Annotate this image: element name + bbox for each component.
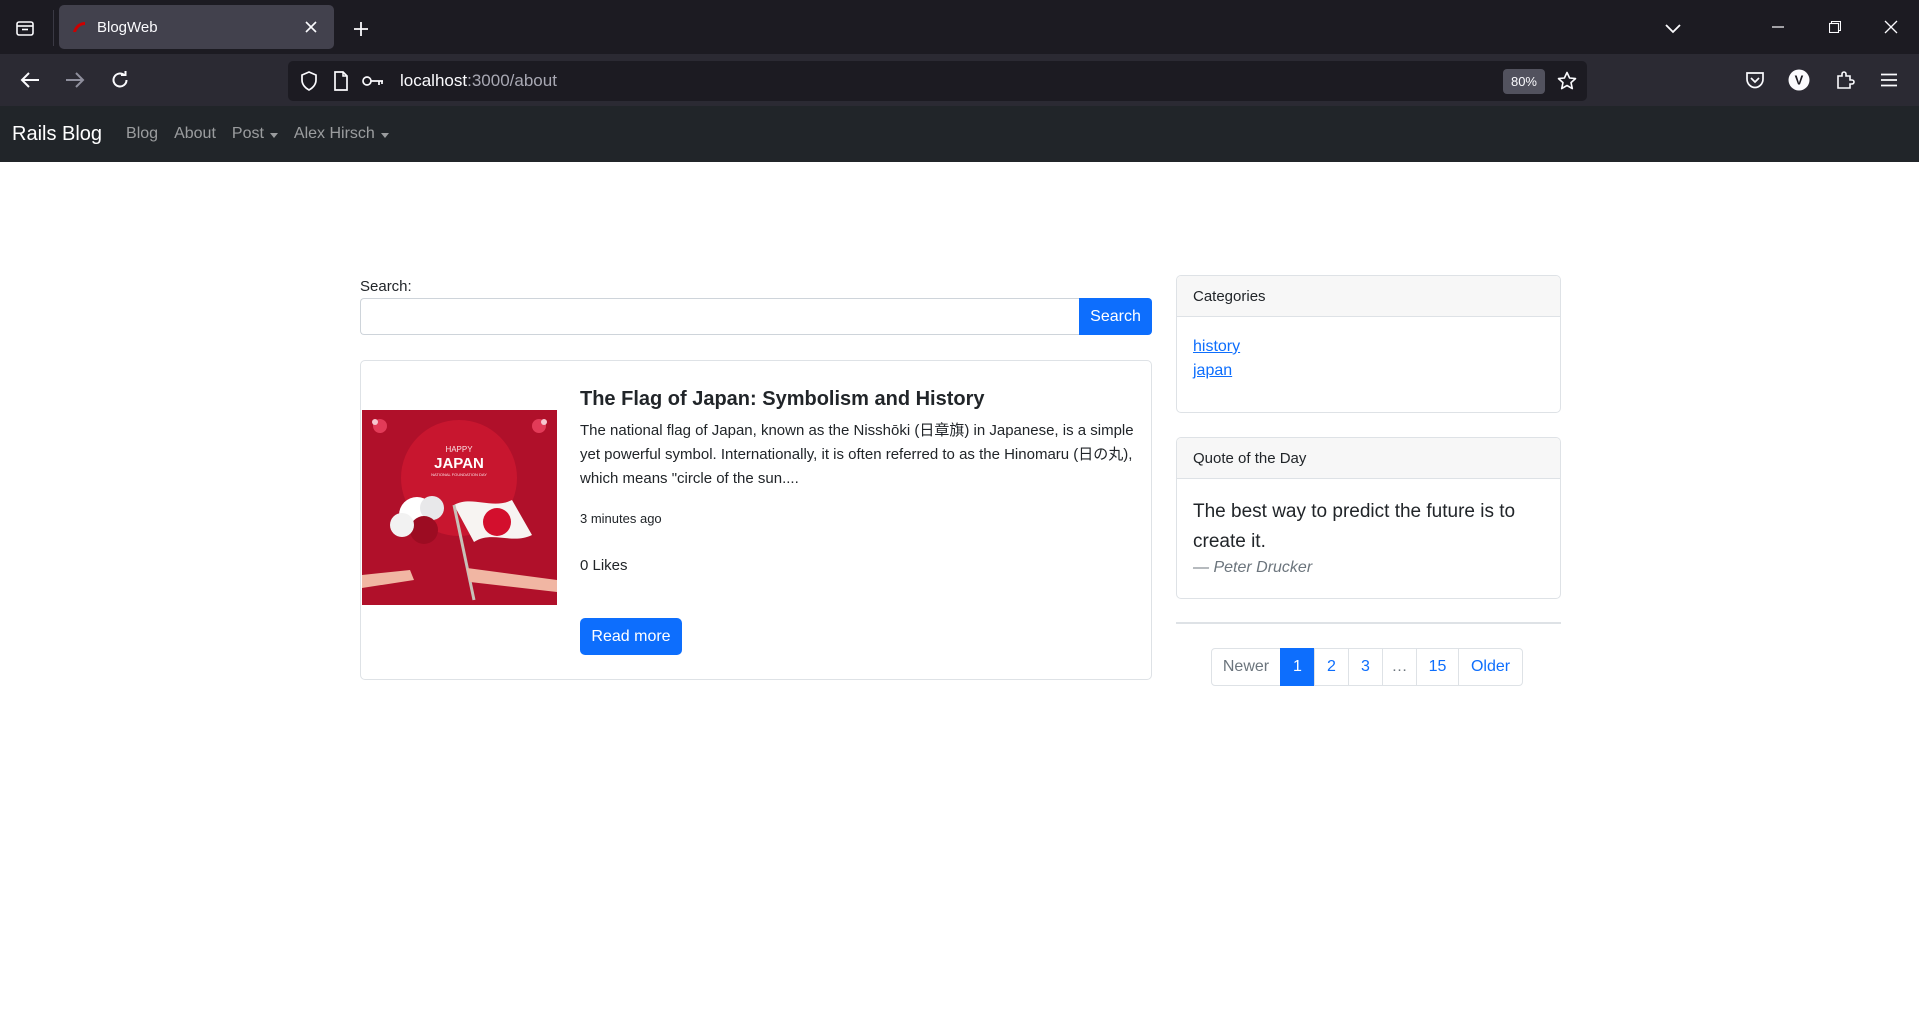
nav-link-blog-label: Blog [126,125,159,142]
url-text[interactable]: localhost:3000/about [400,71,1503,91]
bookmark-star-icon[interactable] [1555,69,1579,93]
quote-author: — Peter Drucker [1193,559,1313,576]
nav-dropdown-post-label: Post [231,125,264,142]
category-link-japan[interactable]: japan [1193,359,1544,383]
categories-header: Categories [1177,276,1560,317]
account-avatar-icon[interactable]: V [1783,64,1815,96]
post-excerpt: The national flag of Japan, known as the… [580,422,1134,487]
pagination-page-15[interactable]: 15 [1416,648,1459,686]
pagination-newer[interactable]: Newer [1211,648,1281,686]
tab-list-icon[interactable] [8,11,42,45]
url-path: :3000/about [467,71,557,90]
post-timestamp: 3 minutes ago [580,511,662,526]
site-brand[interactable]: Rails Blog [12,123,102,146]
image-text-sub: NATIONAL FOUNDATION DAY [431,472,487,477]
read-more-button[interactable]: Read more [580,618,682,655]
minimize-icon[interactable] [1754,8,1802,46]
browser-nav-bar: localhost:3000/about 80% V [0,54,1919,106]
page-icon[interactable] [330,70,352,92]
tab-title: BlogWeb [97,18,158,36]
tab-divider [53,10,54,46]
post-card: HAPPY JAPAN NATIONAL FOUNDATION DAY The … [360,360,1152,680]
categories-list: history japan [1177,317,1560,383]
extensions-puzzle-icon[interactable] [1829,64,1861,96]
site-navbar: Rails Blog Blog About Post Alex Hirsch [0,106,1919,162]
post-likes-count: 0 Likes [580,557,628,574]
caret-down-icon [380,132,389,138]
nav-link-about-label: About [174,125,216,142]
forward-arrow-icon[interactable] [57,62,93,98]
quote-body: The best way to predict the future is to… [1177,479,1560,577]
new-tab-icon[interactable] [344,12,378,46]
quote-text: The best way to predict the future is to… [1193,501,1516,552]
category-link-history[interactable]: history [1193,335,1544,359]
close-tab-icon[interactable] [300,16,322,38]
close-window-icon[interactable] [1867,8,1915,46]
zoom-level-badge[interactable]: 80% [1502,68,1545,94]
nav-dropdown-user[interactable]: Alex Hirsch [294,125,389,143]
rails-favicon-icon [71,19,87,35]
nav-link-blog[interactable]: Blog [126,125,158,143]
nav-dropdown-post[interactable]: Post [232,125,278,143]
chevron-down-icon[interactable] [1656,12,1690,46]
reload-icon[interactable] [102,62,138,98]
pagination-page-2[interactable]: 2 [1314,648,1349,686]
sidebar-divider [1176,622,1561,624]
pagination-ellipsis: … [1382,648,1417,686]
url-host: localhost [400,71,468,90]
pagination-page-3[interactable]: 3 [1348,648,1383,686]
restore-icon[interactable] [1811,8,1859,46]
url-bar[interactable]: localhost:3000/about 80% [288,61,1587,101]
pagination-older[interactable]: Older [1458,648,1523,686]
image-text-main: JAPAN [434,455,484,472]
image-text-top: HAPPY [445,445,473,454]
browser-tab-bar: BlogWeb [0,0,1919,54]
pagination: Newer 1 2 3 … 15 Older [1211,648,1523,686]
svg-text:V: V [1795,73,1804,88]
back-arrow-icon[interactable] [12,62,48,98]
nav-dropdown-user-label: Alex Hirsch [293,125,375,142]
browser-tab-active[interactable]: BlogWeb [59,5,334,49]
pagination-page-1[interactable]: 1 [1280,648,1315,686]
search-input[interactable] [360,298,1079,335]
search-button[interactable]: Search [1079,298,1152,335]
pocket-icon[interactable] [1739,64,1771,96]
post-title[interactable]: The Flag of Japan: Symbolism and History [580,388,985,411]
search-label: Search: [360,278,412,295]
caret-down-icon [269,132,278,138]
quote-card: Quote of the Day The best way to predict… [1176,437,1561,599]
key-icon[interactable] [362,70,384,92]
post-thumbnail[interactable]: HAPPY JAPAN NATIONAL FOUNDATION DAY [362,410,557,605]
categories-card: Categories history japan [1176,275,1561,413]
quote-header: Quote of the Day [1177,438,1560,479]
menu-hamburger-icon[interactable] [1873,64,1905,96]
shield-icon[interactable] [298,70,320,92]
nav-link-about[interactable]: About [174,125,216,143]
